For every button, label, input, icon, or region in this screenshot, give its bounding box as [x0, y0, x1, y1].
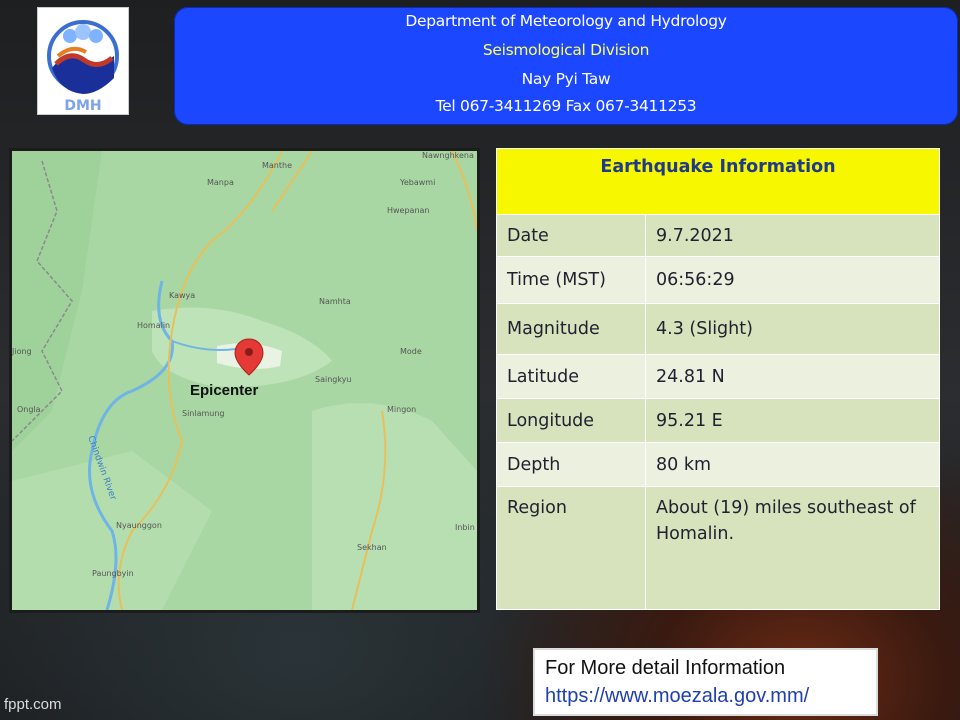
row-value-depth: 80 km [645, 442, 940, 487]
row-value-date: 9.7.2021 [645, 214, 940, 257]
footer-brand: fppt.com [4, 696, 62, 713]
place-yebawmi: Yebawmi [400, 178, 436, 187]
place-inbin: Inbin [455, 523, 475, 532]
header-banner: Department of Meteorology and Hydrology … [174, 7, 958, 125]
contact-info: Tel 067-3411269 Fax 067-3411253 [435, 97, 697, 115]
table-title: Earthquake Information [496, 148, 940, 215]
earthquake-info-table: Earthquake Information Date 9.7.2021 Tim… [496, 148, 940, 610]
place-nawnghkena: Nawnghkena [422, 151, 474, 160]
place-jiong: Jiong [12, 347, 32, 356]
row-key-latitude: Latitude [496, 354, 646, 399]
place-nyaunggon: Nyaunggon [116, 521, 162, 530]
place-mode: Mode [400, 347, 422, 356]
row-value-latitude: 24.81 N [645, 354, 940, 399]
place-manthe: Manthe [262, 161, 293, 170]
place-sinlamung: Sinlamung [182, 409, 225, 418]
dmh-logo: DMH [37, 7, 129, 115]
place-sekhan: Sekhan [357, 543, 387, 552]
row-key-longitude: Longitude [496, 398, 646, 443]
epicenter-map: Chindwin River Manthe Nawnghkena Manpa Y… [9, 148, 480, 613]
website-link[interactable]: https://www.moezala.gov.mm/ [545, 682, 866, 710]
row-key-magnitude: Magnitude [496, 303, 646, 355]
row-key-time: Time (MST) [496, 256, 646, 304]
row-key-depth: Depth [496, 442, 646, 487]
place-kawya: Kawya [169, 291, 196, 300]
place-manpa: Manpa [207, 178, 234, 187]
place-ongla: Ongla [17, 405, 41, 414]
place-saingkyu: Saingkyu [315, 375, 352, 384]
row-key-date: Date [496, 214, 646, 257]
more-info-text: For More detail Information [545, 657, 786, 679]
row-value-region: About (19) miles southeast of Homalin. [645, 486, 940, 610]
row-value-time: 06:56:29 [645, 256, 940, 304]
division-name: Seismological Division [482, 41, 650, 59]
row-key-region: Region [496, 486, 646, 610]
more-info-box: For More detail Information https://www.… [533, 648, 878, 716]
place-namhta: Namhta [319, 297, 351, 306]
epicenter-label: Epicenter [190, 382, 259, 399]
place-homalin: Homalin [137, 321, 171, 330]
logo-text: DMH [64, 98, 101, 114]
city-name: Nay Pyi Taw [521, 70, 611, 88]
place-paungbyin: Paungbyin [92, 569, 134, 578]
department-name: Department of Meteorology and Hydrology [405, 12, 727, 30]
place-hwepanan: Hwepanan [387, 206, 430, 215]
place-mingon: Mingon [387, 405, 417, 414]
row-value-magnitude: 4.3 (Slight) [645, 303, 940, 355]
row-value-longitude: 95.21 E [645, 398, 940, 443]
